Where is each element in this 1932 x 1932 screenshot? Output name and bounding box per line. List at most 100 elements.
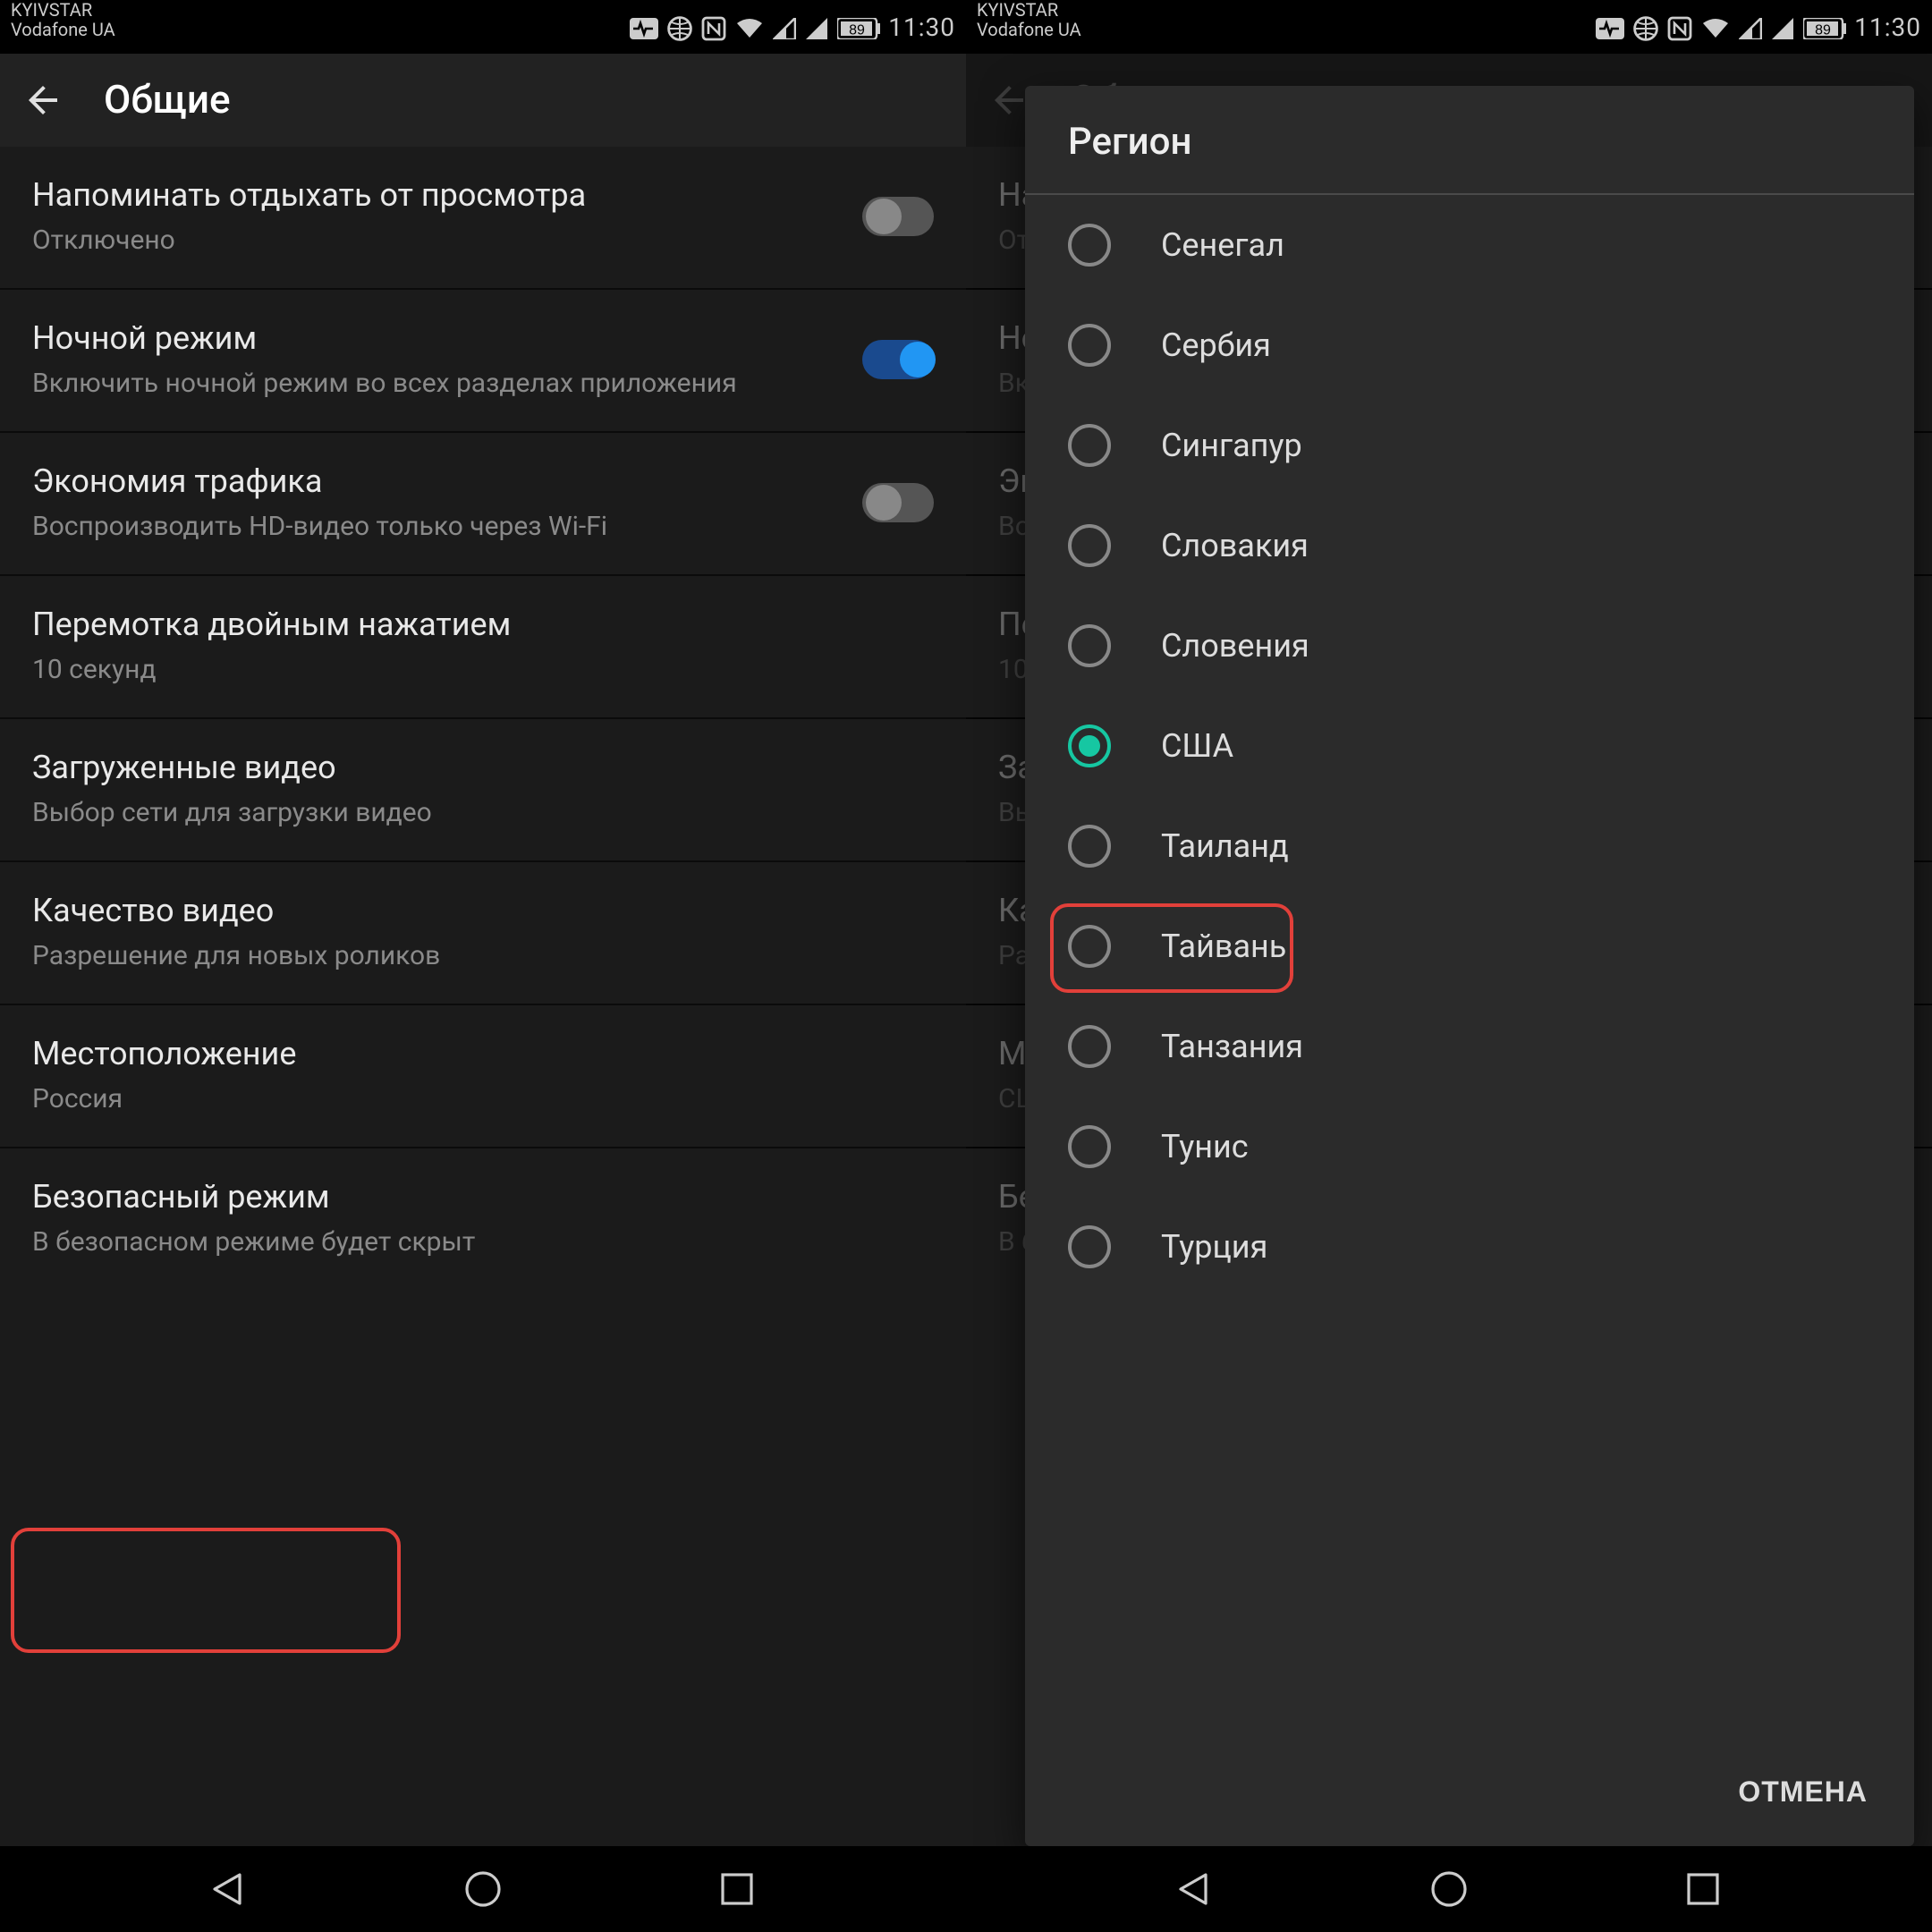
nav-back-button[interactable] <box>1170 1864 1220 1914</box>
radio-icon <box>1068 925 1111 968</box>
nav-home-button[interactable] <box>1424 1864 1474 1914</box>
region-option-tanzania[interactable]: Танзания <box>1025 996 1914 1097</box>
region-option-usa[interactable]: США <box>1025 696 1914 796</box>
option-label: Словакия <box>1161 527 1309 564</box>
setting-title: Ночной режим <box>32 318 837 361</box>
phone-right: KYIVSTAR Vodafone UA 89 11:30 Общие <box>966 0 1932 1932</box>
setting-subtitle: Включить ночной режим во всех разделах п… <box>32 365 837 401</box>
radio-icon <box>1068 524 1111 567</box>
heartbeat-icon <box>1595 18 1623 39</box>
battery-text: 89 <box>848 22 864 38</box>
option-label: Тайвань <box>1161 928 1286 965</box>
battery-icon: 89 <box>836 18 879 39</box>
toggle-switch[interactable] <box>862 483 934 522</box>
highlight-rect <box>11 1528 401 1653</box>
option-label: Сенегал <box>1161 226 1284 264</box>
option-label: Словения <box>1161 627 1309 665</box>
setting-data-saver[interactable]: Экономия трафикаВоспроизводить HD-видео … <box>0 431 966 574</box>
toggle-switch[interactable] <box>862 340 934 379</box>
status-indicators: 89 11:30 <box>629 2 955 55</box>
signal-2-icon <box>804 18 827 39</box>
setting-video-quality[interactable]: Качество видеоРазрешение для новых ролик… <box>0 860 966 1004</box>
dialog-actions: ОТМЕНА <box>1025 1746 1914 1846</box>
setting-downloaded-video[interactable]: Загруженные видеоВыбор сети для загрузки… <box>0 717 966 860</box>
setting-remind-break[interactable]: Напоминать отдыхать от просмотра Отключен… <box>0 147 966 288</box>
dialog-title: Регион <box>1025 86 1914 193</box>
carrier-1: KYIVSTAR <box>977 2 1081 21</box>
region-option-turkey[interactable]: Турция <box>1025 1197 1914 1297</box>
setting-subtitle: Разрешение для новых роликов <box>32 937 934 973</box>
setting-location[interactable]: МестоположениеРоссия <box>0 1004 966 1147</box>
setting-title: Загруженные видео <box>32 748 934 791</box>
option-label: Сингапур <box>1161 427 1302 464</box>
carrier-1: KYIVSTAR <box>11 2 115 21</box>
setting-doubletap-seek[interactable]: Перемотка двойным нажатием10 секунд <box>0 574 966 717</box>
battery-indicator: 89 <box>836 18 879 39</box>
setting-subtitle: Отключено <box>32 222 837 258</box>
carrier-2: Vodafone UA <box>977 21 1081 41</box>
cancel-button[interactable]: ОТМЕНА <box>1716 1764 1889 1825</box>
region-option-senegal[interactable]: Сенегал <box>1025 195 1914 295</box>
wifi-icon <box>734 18 763 39</box>
region-option-serbia[interactable]: Сербия <box>1025 295 1914 395</box>
option-label: Танзания <box>1161 1028 1303 1065</box>
globe-icon <box>1632 16 1657 41</box>
radio-icon <box>1068 1025 1111 1068</box>
nav-recent-button[interactable] <box>1678 1864 1728 1914</box>
setting-subtitle: В безопасном режиме будет скрыт <box>32 1224 934 1259</box>
region-option-thailand[interactable]: Таиланд <box>1025 796 1914 896</box>
toggle-switch[interactable] <box>862 197 934 236</box>
radio-icon <box>1068 324 1111 367</box>
setting-title: Безопасный режим <box>32 1177 934 1220</box>
svg-text:89: 89 <box>1814 22 1830 38</box>
setting-subtitle: 10 секунд <box>32 651 934 687</box>
radio-icon <box>1068 825 1111 868</box>
region-option-slovakia[interactable]: Словакия <box>1025 496 1914 596</box>
back-arrow-icon <box>987 79 1030 122</box>
wifi-icon <box>1700 18 1729 39</box>
option-label: Турция <box>1161 1228 1267 1266</box>
clock: 11:30 <box>1854 14 1921 43</box>
nav-recent-button[interactable] <box>712 1864 762 1914</box>
carrier-2: Vodafone UA <box>11 21 115 41</box>
setting-night-mode[interactable]: Ночной режим Включить ночной режим во все… <box>0 288 966 431</box>
settings-list: Напоминать отдыхать от просмотра Отключен… <box>0 147 966 1290</box>
battery-icon: 89 <box>1802 18 1845 39</box>
setting-title: Напоминать отдыхать от просмотра <box>32 175 837 218</box>
status-indicators: 89 11:30 <box>1595 2 1921 55</box>
battery-indicator: 89 <box>1802 18 1845 39</box>
heartbeat-icon <box>629 18 657 39</box>
region-option-taiwan[interactable]: Тайвань <box>1025 896 1914 996</box>
nav-bar <box>0 1846 966 1932</box>
radio-icon <box>1068 624 1111 667</box>
setting-title: Качество видео <box>32 891 934 934</box>
region-option-singapore[interactable]: Сингапур <box>1025 395 1914 496</box>
app-bar: Общие <box>0 54 966 147</box>
setting-subtitle: Воспроизводить HD-видео только через Wi-… <box>32 508 837 544</box>
clock: 11:30 <box>888 14 955 43</box>
nav-back-button[interactable] <box>204 1864 254 1914</box>
status-bar: KYIVSTAR Vodafone UA 89 11:30 <box>0 0 966 54</box>
region-option-tunisia[interactable]: Тунис <box>1025 1097 1914 1197</box>
setting-subtitle: Россия <box>32 1080 934 1116</box>
nfc-icon <box>700 16 725 41</box>
option-label: Сербия <box>1161 326 1271 364</box>
nav-home-button[interactable] <box>458 1864 508 1914</box>
status-bar: KYIVSTAR Vodafone UA 89 11:30 <box>966 0 1932 54</box>
carrier-labels: KYIVSTAR Vodafone UA <box>11 2 115 41</box>
radio-icon <box>1068 424 1111 467</box>
nfc-icon <box>1666 16 1691 41</box>
page-title: Общие <box>104 78 231 123</box>
region-dialog: Регион Сенегал Сербия Сингапур Словакия … <box>1025 86 1914 1846</box>
radio-icon <box>1068 224 1111 267</box>
region-options[interactable]: Сенегал Сербия Сингапур Словакия Словени… <box>1025 195 1914 1746</box>
option-label: Таиланд <box>1161 827 1289 865</box>
nav-bar <box>966 1846 1932 1932</box>
setting-safe-mode[interactable]: Безопасный режим В безопасном режиме буде… <box>0 1147 966 1290</box>
region-option-slovenia[interactable]: Словения <box>1025 596 1914 696</box>
radio-icon <box>1068 1125 1111 1168</box>
globe-icon <box>666 16 691 41</box>
radio-icon <box>1068 1225 1111 1268</box>
back-arrow-icon[interactable] <box>21 79 64 122</box>
carrier-labels: KYIVSTAR Vodafone UA <box>977 2 1081 41</box>
